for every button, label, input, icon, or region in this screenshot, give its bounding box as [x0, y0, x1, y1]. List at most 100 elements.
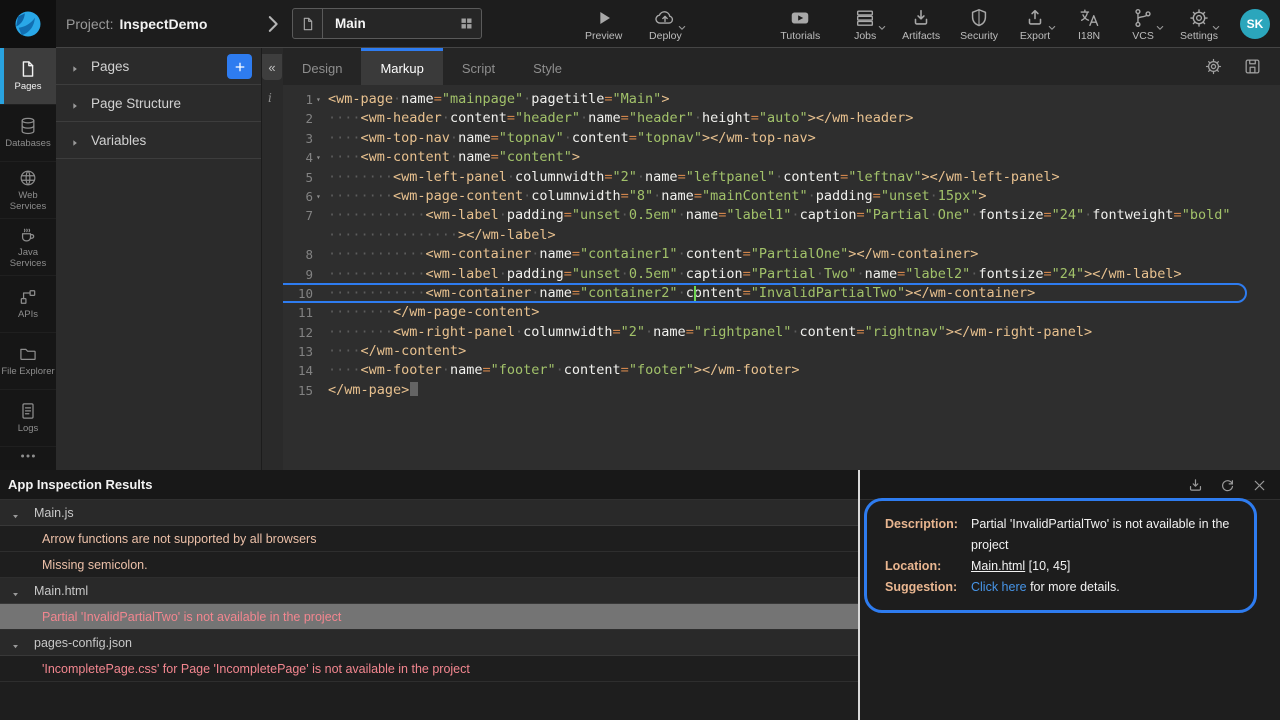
refresh-icon[interactable] — [1219, 477, 1236, 494]
code-line-wrap[interactable]: ················></wm-label> — [283, 226, 1280, 245]
chevron-right-icon[interactable] — [262, 13, 284, 35]
fold-gutter — [313, 109, 328, 128]
text-caret — [694, 286, 696, 301]
panel-section-variables[interactable]: Variables — [56, 122, 261, 159]
inspection-issue[interactable]: Missing semicolon. — [0, 552, 858, 578]
line-number: 12 — [283, 323, 313, 342]
inspection-issue[interactable]: 'IncompletePage.css' for Page 'Incomplet… — [0, 656, 858, 682]
code-line-1[interactable]: 1▾<wm-page·name="mainpage"·pagetitle="Ma… — [283, 90, 1280, 109]
download-icon[interactable] — [1187, 477, 1204, 494]
code-line-11[interactable]: 11········</wm-page-content> — [283, 303, 1280, 322]
folder-icon — [18, 344, 38, 364]
fold-gutter — [313, 245, 328, 264]
inspection-group-main-html[interactable]: Main.html — [0, 578, 858, 604]
plus-icon — [233, 60, 247, 74]
code-line-10[interactable]: 10············<wm-container·name="contai… — [283, 284, 1280, 303]
tab-design[interactable]: Design — [283, 48, 361, 85]
code-area[interactable]: 1▾<wm-page·name="mainpage"·pagetitle="Ma… — [283, 85, 1280, 470]
code-line-13[interactable]: 13····</wm-content> — [283, 342, 1280, 361]
code-line-6[interactable]: 6▾········<wm-page-content·columnwidth="… — [283, 187, 1280, 206]
tab-markup[interactable]: Markup — [361, 48, 442, 85]
topbar-action-vcs[interactable]: VCS — [1126, 0, 1160, 42]
inspection-header: App Inspection Results — [0, 470, 1280, 500]
topbar-action-deploy[interactable]: Deploy — [648, 0, 682, 42]
topbar-action-i18n[interactable]: I18N — [1072, 0, 1106, 42]
topbar-action-tutorials[interactable]: Tutorials — [780, 0, 820, 42]
app-logo[interactable] — [0, 0, 56, 48]
topbar-action-preview[interactable]: Preview — [585, 0, 622, 42]
grid-icon[interactable] — [451, 16, 481, 31]
fold-gutter — [313, 323, 328, 342]
line-number: 2 — [283, 109, 313, 128]
coffee-icon — [18, 225, 38, 245]
api-icon — [18, 287, 38, 307]
code-line-7[interactable]: 7············<wm-label·padding="unset·0.… — [283, 206, 1280, 225]
suggestion-rest: for more details. — [1030, 580, 1120, 594]
sidebar-item-pages[interactable]: Pages — [0, 48, 56, 105]
sidebar-item-web-services[interactable]: Web Services — [0, 162, 56, 219]
fold-gutter — [313, 265, 328, 284]
location-position: [10, 45] — [1029, 559, 1071, 573]
gear-icon — [1188, 7, 1210, 29]
page-tab-main[interactable]: Main — [292, 8, 482, 39]
editor-settings-gear-icon[interactable] — [1204, 57, 1223, 76]
inspection-results-list: Main.jsArrow functions are not supported… — [0, 500, 858, 720]
topbar-action-artifacts[interactable]: Artifacts — [902, 0, 940, 42]
panel-section-pages[interactable]: Pages — [56, 48, 261, 85]
save-icon[interactable] — [1243, 57, 1262, 76]
description-value: Partial 'InvalidPartialTwo' is not avail… — [971, 514, 1238, 556]
artifacts-icon — [910, 7, 932, 29]
code-line-4[interactable]: 4▾····<wm-content·name="content"> — [283, 148, 1280, 167]
app-inspection-panel: App Inspection Results Main.jsArrow func… — [0, 470, 1280, 720]
line-number: 5 — [283, 168, 313, 187]
fold-caret-icon[interactable]: ▾ — [313, 187, 328, 206]
caret-down-icon — [1155, 23, 1165, 33]
tab-script[interactable]: Script — [443, 48, 514, 85]
inspection-issue[interactable]: Partial 'InvalidPartialTwo' is not avail… — [0, 604, 858, 630]
fold-caret-icon[interactable]: ▾ — [313, 90, 328, 109]
code-line-8[interactable]: 8············<wm-container·name="contain… — [283, 245, 1280, 264]
inspection-group-pages-config-json[interactable]: pages-config.json — [0, 630, 858, 656]
code-line-9[interactable]: 9············<wm-label·padding="unset·0.… — [283, 265, 1280, 284]
sidebar-item-java-services[interactable]: Java Services — [0, 219, 56, 276]
page-icon — [18, 59, 38, 79]
sidebar-more-button[interactable] — [0, 444, 56, 468]
code-line-15[interactable]: 15</wm-page> — [283, 381, 1280, 400]
topbar-actions-left: Preview Deploy Tutorials — [585, 0, 820, 48]
topbar-action-export[interactable]: Export — [1018, 0, 1052, 42]
tri-down-icon — [11, 590, 20, 599]
suggestion-click-here-link[interactable]: Click here — [971, 580, 1027, 594]
project-label: Project: — [66, 16, 113, 32]
user-avatar[interactable]: SK — [1240, 9, 1270, 39]
code-line-14[interactable]: 14····<wm-footer·name="footer"·content="… — [283, 361, 1280, 380]
fold-caret-icon[interactable]: ▾ — [313, 148, 328, 167]
code-line-5[interactable]: 5········<wm-left-panel·columnwidth="2"·… — [283, 168, 1280, 187]
sidebar-item-logs[interactable]: Logs — [0, 390, 56, 447]
suggestion-value: Click here for more details. — [971, 577, 1238, 598]
globe-icon — [18, 168, 38, 188]
description-label: Description: — [885, 514, 963, 556]
inspection-group-main-js[interactable]: Main.js — [0, 500, 858, 526]
tri-down-icon — [11, 642, 20, 651]
location-file-link[interactable]: Main.html — [971, 559, 1025, 573]
panel-divider[interactable] — [858, 470, 860, 720]
sidebar-item-file-explorer[interactable]: File Explorer — [0, 333, 56, 390]
topbar-actions-right: Jobs Artifacts Security Export I18N VCS Settin… — [848, 0, 1218, 48]
panel-strip: « i — [262, 48, 283, 470]
topbar-action-security[interactable]: Security — [960, 0, 998, 42]
inspection-issue[interactable]: Arrow functions are not supported by all… — [0, 526, 858, 552]
topbar-action-jobs[interactable]: Jobs — [848, 0, 882, 42]
sidebar-item-databases[interactable]: Databases — [0, 105, 56, 162]
code-line-3[interactable]: 3····<wm-top-nav·name="topnav"·content="… — [283, 129, 1280, 148]
topbar-action-settings[interactable]: Settings — [1180, 0, 1218, 42]
youtube-icon — [789, 7, 811, 29]
code-line-2[interactable]: 2····<wm-header·content="header"·name="h… — [283, 109, 1280, 128]
code-line-12[interactable]: 12········<wm-right-panel·columnwidth="2… — [283, 323, 1280, 342]
tab-style[interactable]: Style — [514, 48, 581, 85]
add-page-button[interactable] — [227, 54, 252, 79]
fold-gutter — [313, 206, 328, 225]
close-icon[interactable] — [1251, 477, 1268, 494]
panel-section-page-structure[interactable]: Page Structure — [56, 85, 261, 122]
collapse-panel-button[interactable]: « — [262, 54, 282, 80]
sidebar-item-apis[interactable]: APIs — [0, 276, 56, 333]
